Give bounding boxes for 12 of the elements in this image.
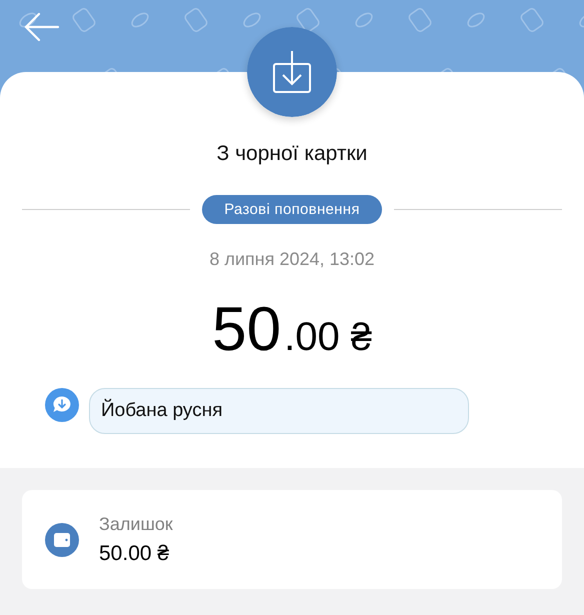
back-button[interactable] bbox=[22, 10, 62, 44]
balance-value: 50.00 ₴ bbox=[99, 542, 170, 566]
transaction-date: 8 липня 2024, 13:02 bbox=[209, 249, 375, 270]
wallet-icon bbox=[45, 522, 79, 556]
comment-bubble: Йобана русня bbox=[89, 388, 469, 434]
amount-fraction: .00 bbox=[284, 315, 340, 360]
category-badge[interactable]: Разові поповнення bbox=[202, 195, 382, 224]
transaction-title: З чорної картки bbox=[216, 142, 368, 166]
currency-sign: ₴ bbox=[350, 317, 372, 360]
balance-label: Залишок bbox=[99, 514, 173, 534]
comment-icon bbox=[45, 388, 79, 422]
amount-integer: 50 bbox=[212, 294, 282, 365]
